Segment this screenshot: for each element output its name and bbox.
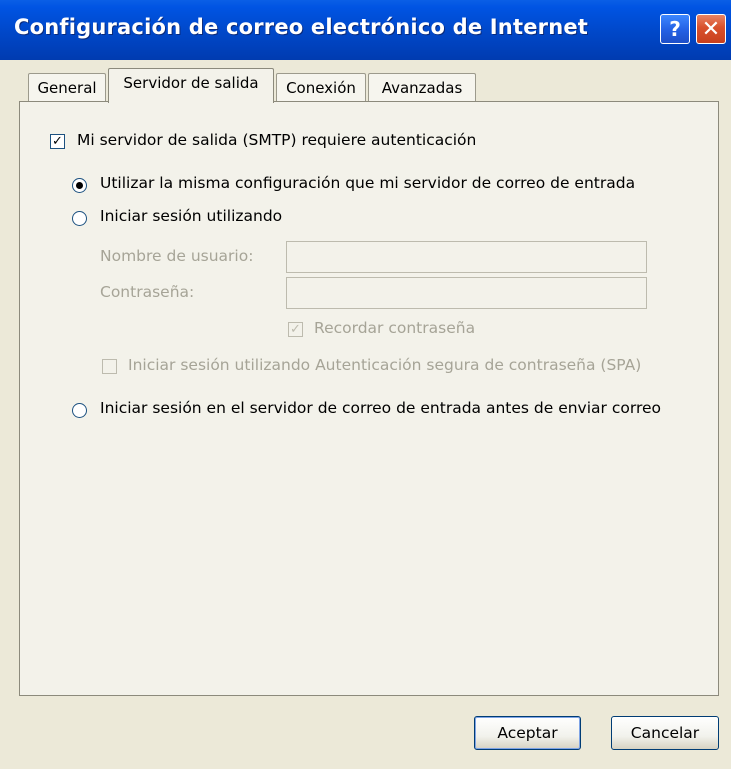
tab-avanzadas[interactable]: Avanzadas (368, 73, 476, 101)
radio-login-before-send[interactable] (72, 403, 87, 418)
close-button[interactable]: ✕ (696, 14, 726, 44)
check-icon: ✓ (52, 134, 63, 149)
ok-button[interactable]: Aceptar (474, 716, 581, 750)
tab-conexion[interactable]: Conexión (276, 73, 366, 101)
check-icon: ✓ (290, 322, 301, 337)
close-icon: ✕ (701, 16, 721, 42)
title-bar: Configuración de correo electrónico de I… (0, 0, 731, 60)
dialog-window: Configuración de correo electrónico de I… (0, 0, 731, 769)
tab-panel: ✓ Mi servidor de salida (SMTP) requiere … (19, 101, 719, 696)
radio-same-config[interactable] (72, 178, 87, 193)
spa-checkbox[interactable] (102, 359, 117, 374)
radio-login-using-label: Iniciar sesión utilizando (100, 207, 283, 225)
smtp-auth-label: Mi servidor de salida (SMTP) requiere au… (77, 131, 477, 149)
tab-servidor-de-salida[interactable]: Servidor de salida (108, 68, 274, 103)
remember-password-checkbox[interactable]: ✓ (288, 322, 303, 337)
password-field[interactable] (286, 277, 647, 309)
radio-same-config-label: Utilizar la misma configuración que mi s… (100, 174, 636, 192)
help-button[interactable]: ? (660, 14, 690, 44)
smtp-auth-checkbox[interactable]: ✓ (50, 134, 65, 149)
username-field[interactable] (286, 241, 647, 273)
radio-login-before-send-label: Iniciar sesión en el servidor de correo … (100, 399, 661, 417)
spa-label: Iniciar sesión utilizando Autenticación … (128, 356, 642, 374)
radio-selected-dot (76, 182, 83, 189)
tab-general[interactable]: General (28, 73, 106, 101)
remember-password-label: Recordar contraseña (314, 319, 476, 337)
cancel-button[interactable]: Cancelar (611, 716, 719, 750)
help-icon: ? (669, 17, 681, 41)
username-label: Nombre de usuario: (100, 247, 254, 265)
radio-login-using[interactable] (72, 211, 87, 226)
password-label: Contraseña: (100, 283, 195, 301)
window-title: Configuración de correo electrónico de I… (14, 15, 589, 39)
